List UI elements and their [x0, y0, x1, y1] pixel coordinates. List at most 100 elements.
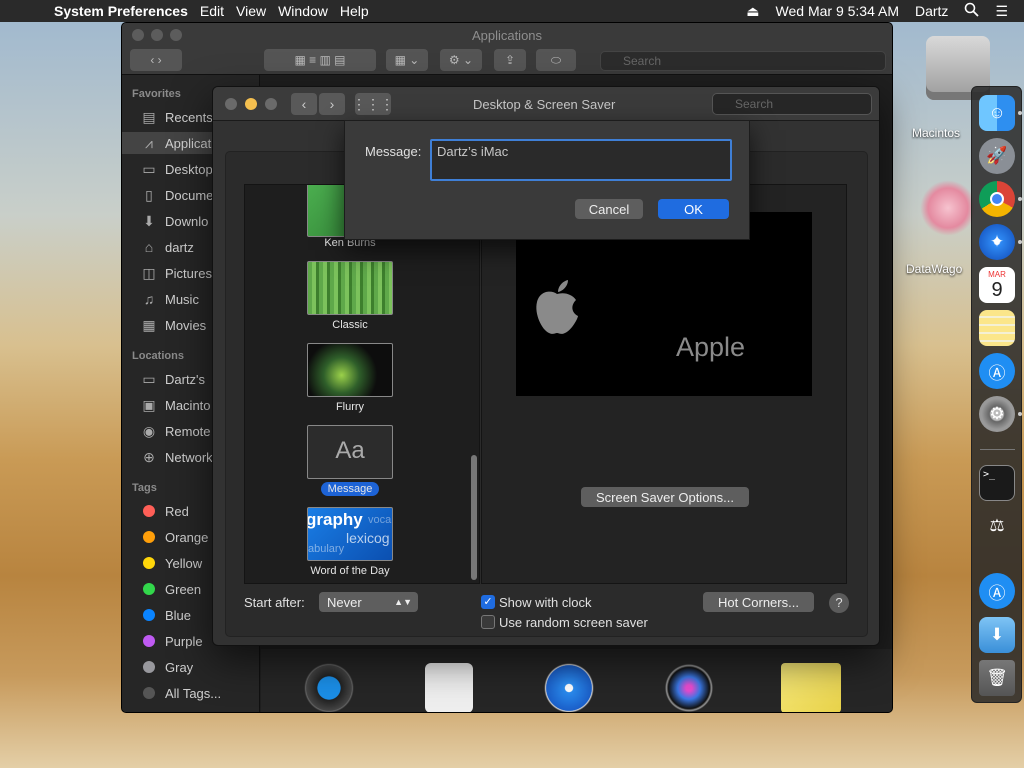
finder-group-icon[interactable]: ▦ ⌄ [386, 49, 428, 71]
recents-icon: ▤ [142, 108, 156, 125]
all-tags-icon [143, 687, 155, 699]
system-preferences-dock-icon[interactable]: ⚙ [979, 396, 1015, 432]
tag-dot-icon [143, 583, 155, 595]
show-clock-checkbox[interactable]: ✓ [481, 595, 495, 609]
select-arrows-icon: ▲▼ [394, 597, 412, 607]
menu-window[interactable]: Window [278, 3, 328, 19]
prefs-minimize-button[interactable] [245, 98, 257, 110]
locations-heading: Locations [132, 350, 184, 362]
terminal-dock-icon[interactable]: >_ [979, 465, 1015, 501]
finder-title: Applications [471, 28, 543, 43]
finder-share-icon[interactable]: ⇪ [494, 49, 526, 71]
grapher-dock-icon[interactable]: ⚖ [979, 508, 1015, 544]
tag-dot-icon [143, 661, 155, 673]
finder-file-area [261, 649, 892, 712]
app-store-downloads-dock-icon[interactable]: Ⓐ [979, 573, 1015, 609]
running-indicator [1018, 111, 1022, 115]
finder-back-forward-icon[interactable]: ‹ › [130, 49, 182, 71]
message-label: Message: [365, 144, 422, 159]
random-saver-checkbox[interactable] [481, 615, 495, 629]
finder-dock-icon[interactable]: ☺ [979, 95, 1015, 131]
calendar-month: MAR [988, 269, 1006, 279]
start-after-select[interactable]: Never ▲▼ [319, 592, 418, 612]
menu-help[interactable]: Help [340, 3, 369, 19]
finder-titlebar: Applications [122, 23, 892, 47]
screen-saver-list[interactable]: Ken Burns Classic Flurry Aa Message grap… [244, 184, 480, 584]
cancel-button[interactable]: Cancel [575, 199, 643, 219]
menu-clock[interactable]: Wed Mar 9 5:34 AM [776, 3, 899, 19]
list-scrollbar[interactable] [471, 455, 477, 580]
favorites-heading: Favorites [132, 88, 181, 100]
launchpad-dock-icon[interactable]: 🚀 [979, 138, 1015, 174]
tag-dot-icon [143, 557, 155, 569]
hard-drive-label: Macintos [912, 126, 961, 140]
prefs-close-button[interactable] [225, 98, 237, 110]
prefs-forward-icon[interactable]: › [319, 93, 345, 115]
word-thumb-text: lexicog [346, 530, 390, 546]
tag-dot-icon [143, 635, 155, 647]
tag-dot-icon [143, 609, 155, 621]
documents-icon: ▯ [145, 186, 153, 203]
classic-thumbnail[interactable] [307, 261, 393, 315]
word-thumb-text: abulary [308, 543, 345, 555]
calendar-day: 9 [991, 278, 1003, 301]
flurry-thumbnail[interactable] [307, 343, 393, 397]
menu-user[interactable]: Dartz [915, 3, 948, 19]
screen-saver-options-button[interactable]: Screen Saver Options... [581, 487, 749, 507]
desktop-icon: ▭ [142, 160, 156, 177]
sidebar-tag-gray[interactable]: Gray [122, 656, 260, 678]
finder-action-gear-icon[interactable]: ⚙ ⌄ [440, 49, 482, 71]
random-saver-label: Use random screen saver [499, 615, 648, 630]
word-thumb-text: voca [368, 514, 392, 526]
message-input[interactable]: Dartz’s iMac [430, 139, 732, 181]
finder-toolbar: ‹ › ▦ ≡ ▥ ▤ ▦ ⌄ ⚙ ⌄ ⇪ ⬭ Search [122, 47, 892, 75]
prefs-search-input[interactable]: Search [712, 93, 872, 115]
prefs-title: Desktop & Screen Saver [473, 97, 616, 112]
flurry-label: Flurry [335, 401, 365, 413]
safari-app-icon[interactable] [541, 663, 597, 712]
preview-message-text: Apple [676, 332, 746, 362]
trash-dock-icon[interactable]: 🗑 [979, 660, 1015, 696]
downloads-folder-dock-icon[interactable]: ⬇ [979, 617, 1015, 653]
disk-icon: ▣ [142, 396, 156, 413]
word-thumb-text: graphy [307, 510, 363, 529]
control-list-icon[interactable]: ☰ [995, 3, 1008, 20]
reminders-app-icon[interactable] [425, 663, 473, 712]
sidebar-all-tags[interactable]: All Tags... [122, 682, 260, 704]
disc-icon: ◉ [142, 422, 156, 439]
menu-view[interactable]: View [236, 3, 266, 19]
finder-tag-icon[interactable]: ⬭ [536, 49, 576, 71]
hot-corners-button[interactable]: Hot Corners... [703, 592, 814, 612]
movies-icon: ▦ [142, 316, 156, 333]
prefs-back-icon[interactable]: ‹ [291, 93, 317, 115]
spotlight-icon[interactable] [964, 2, 980, 20]
chrome-dock-icon[interactable] [979, 181, 1015, 217]
finder-view-mode-icon[interactable]: ▦ ≡ ▥ ▤ [264, 49, 376, 71]
datawagon-icon[interactable] [920, 180, 976, 236]
menu-edit[interactable]: Edit [200, 3, 224, 19]
app-store-dock-icon[interactable]: Ⓐ [979, 353, 1015, 389]
running-indicator [1018, 240, 1022, 244]
running-indicator [1018, 412, 1022, 416]
calendar-dock-icon[interactable]: MAR 9 [979, 267, 1015, 303]
message-thumbnail[interactable]: Aa [307, 425, 393, 479]
eject-icon[interactable]: ⏏ [746, 3, 759, 20]
tags-heading: Tags [132, 482, 157, 494]
computer-icon: ▭ [142, 370, 156, 387]
applications-icon: ⩘ [145, 134, 153, 151]
word-of-the-day-thumbnail[interactable]: graphy voca lexicog abulary [307, 507, 393, 561]
prefs-titlebar: ‹ › ⋮⋮⋮ Desktop & Screen Saver Search [213, 87, 879, 121]
menu-app-name[interactable]: System Preferences [54, 3, 188, 19]
stickies-app-icon[interactable] [781, 663, 841, 712]
ok-button[interactable]: OK [658, 199, 729, 219]
prefs-zoom-button[interactable] [265, 98, 277, 110]
quicktime-app-icon[interactable] [301, 663, 357, 712]
siri-app-icon[interactable] [661, 663, 717, 712]
notes-dock-icon[interactable] [979, 310, 1015, 346]
help-icon[interactable]: ? [829, 593, 849, 613]
tag-dot-icon [143, 505, 155, 517]
safari-dock-icon[interactable]: ✦ [979, 224, 1015, 260]
tag-dot-icon [143, 531, 155, 543]
finder-search-input[interactable]: Search [600, 51, 886, 71]
prefs-show-all-grid-icon[interactable]: ⋮⋮⋮ [352, 93, 394, 115]
